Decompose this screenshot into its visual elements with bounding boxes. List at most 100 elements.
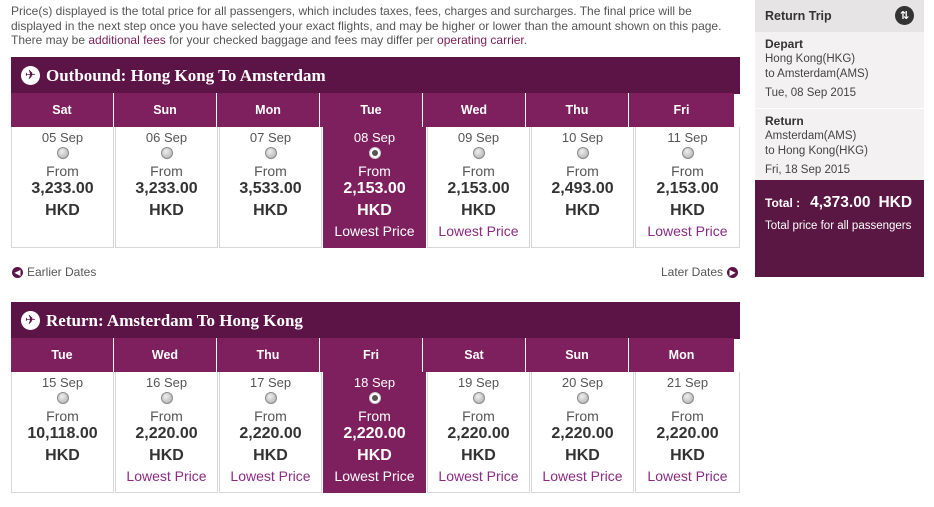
fare-cell[interactable]: 18 Sep From 2,220.00 HKD Lowest Price <box>323 372 426 493</box>
fare-cell[interactable]: 07 Sep From 3,533.00 HKD <box>219 127 322 248</box>
fare-from-label: From <box>462 408 495 424</box>
return-day-row: Tue Wed Thu Fri Sat Sun Mon <box>11 338 740 372</box>
fare-price: 2,220.00 <box>343 425 406 442</box>
notice-text-3: . <box>523 33 528 47</box>
day-header-fri: Fri <box>629 93 734 127</box>
total-amount: 4,373.00 <box>810 194 871 211</box>
lowest-price-label: Lowest Price <box>438 223 519 239</box>
fare-price: 10,118.00 <box>27 425 98 442</box>
fare-radio[interactable] <box>56 147 69 159</box>
fare-currency: HKD <box>461 447 496 464</box>
total-currency: HKD <box>878 194 913 211</box>
fare-cell[interactable]: 16 Sep From 2,220.00 HKD Lowest Price <box>115 372 218 493</box>
chevron-left-icon: ◀ <box>12 266 23 278</box>
depart-from: Hong Kong(HKG) <box>765 53 856 65</box>
fare-radio[interactable] <box>56 392 69 404</box>
fare-radio[interactable] <box>264 147 277 159</box>
fare-radio[interactable] <box>472 147 485 159</box>
fare-radio[interactable] <box>368 392 381 404</box>
fare-currency: HKD <box>149 202 184 219</box>
day-header-tue: Tue <box>320 93 423 127</box>
airplane-icon: ✈ <box>21 66 40 85</box>
fare-currency: HKD <box>45 202 80 219</box>
fare-from-label: From <box>671 408 704 424</box>
fare-cell[interactable]: 21 Sep From 2,220.00 HKD Lowest Price <box>635 372 740 493</box>
fare-radio[interactable] <box>681 147 694 159</box>
fare-radio[interactable] <box>681 392 694 404</box>
fare-price: 2,220.00 <box>239 425 302 442</box>
lowest-price-label: Lowest Price <box>334 468 415 484</box>
fare-price: 2,493.00 <box>551 180 614 197</box>
total-description: Total price for all passengers <box>765 220 912 232</box>
fare-currency: HKD <box>357 202 392 219</box>
fare-from-label: From <box>46 163 79 179</box>
fare-currency: HKD <box>565 202 600 219</box>
fare-cell[interactable]: 05 Sep From 3,233.00 HKD <box>11 127 114 248</box>
fare-price: 2,220.00 <box>135 425 198 442</box>
fare-cell[interactable]: 17 Sep From 2,220.00 HKD Lowest Price <box>219 372 322 493</box>
fare-date: 10 Sep <box>561 130 604 145</box>
return-label: Return <box>765 114 804 128</box>
swap-icon[interactable]: ⇅ <box>895 6 914 25</box>
day-header-wed: Wed <box>114 338 217 372</box>
day-header-thu: Thu <box>526 93 629 127</box>
fare-radio[interactable] <box>472 392 485 404</box>
earlier-dates-link[interactable]: ◀ Earlier Dates <box>12 265 96 279</box>
fare-cell[interactable]: 11 Sep From 2,153.00 HKD Lowest Price <box>635 127 740 248</box>
fare-cell[interactable]: 15 Sep From 10,118.00 HKD <box>11 372 114 493</box>
fare-cell[interactable]: 20 Sep From 2,220.00 HKD Lowest Price <box>531 372 634 493</box>
fare-radio[interactable] <box>264 392 277 404</box>
return-to: to Hong Kong(HKG) <box>765 145 868 157</box>
fare-from-label: From <box>358 163 391 179</box>
fare-price: 2,220.00 <box>656 425 719 442</box>
fare-cell[interactable]: 10 Sep From 2,493.00 HKD <box>531 127 634 248</box>
fare-radio[interactable] <box>160 147 173 159</box>
fare-from-label: From <box>150 163 183 179</box>
additional-fees-link[interactable]: additional fees <box>88 33 165 47</box>
fare-date: 21 Sep <box>666 375 709 390</box>
fare-radio[interactable] <box>368 147 381 159</box>
later-dates-label: Later Dates <box>661 265 724 279</box>
fare-cell[interactable]: 06 Sep From 3,233.00 HKD <box>115 127 218 248</box>
fare-currency: HKD <box>357 447 392 464</box>
fare-from-label: From <box>254 163 287 179</box>
fare-currency: HKD <box>253 447 288 464</box>
day-header-sun: Sun <box>526 338 629 372</box>
fare-radio[interactable] <box>576 147 589 159</box>
day-header-thu: Thu <box>217 338 320 372</box>
total-label: Total : <box>765 196 801 210</box>
price-notice: Price(s) displayed is the total price fo… <box>11 4 741 48</box>
fare-radio[interactable] <box>160 392 173 404</box>
fare-from-label: From <box>358 408 391 424</box>
fare-from-label: From <box>566 163 599 179</box>
fare-radio[interactable] <box>576 392 589 404</box>
fare-from-label: From <box>671 163 704 179</box>
return-date: Fri, 18 Sep 2015 <box>765 164 851 176</box>
outbound-title: Outbound: Hong Kong To Amsterdam <box>46 65 326 85</box>
fare-date: 07 Sep <box>249 130 292 145</box>
outbound-day-row: Sat Sun Mon Tue Wed Thu Fri <box>11 93 740 127</box>
fare-from-label: From <box>462 163 495 179</box>
lowest-price-label: Lowest Price <box>542 468 623 484</box>
trip-summary: Return Trip ⇅ Depart Hong Kong(HKG) to A… <box>755 0 924 277</box>
day-header-sat: Sat <box>423 338 526 372</box>
fare-date: 08 Sep <box>353 130 396 145</box>
depart-label: Depart <box>765 37 804 51</box>
fare-currency: HKD <box>461 202 496 219</box>
fare-cell[interactable]: 09 Sep From 2,153.00 HKD Lowest Price <box>427 127 530 248</box>
operating-carrier-link[interactable]: operating carrier <box>437 33 524 47</box>
fare-currency: HKD <box>670 202 705 219</box>
return-header: ✈ Return: Amsterdam To Hong Kong <box>11 302 740 339</box>
lowest-price-label: Lowest Price <box>647 223 728 239</box>
summary-header: Return Trip ⇅ <box>755 0 924 32</box>
fare-currency: HKD <box>149 447 184 464</box>
fare-date: 20 Sep <box>561 375 604 390</box>
fare-price: 2,153.00 <box>343 180 406 197</box>
fare-price: 2,220.00 <box>447 425 510 442</box>
day-header-mon: Mon <box>217 93 320 127</box>
fare-price: 2,220.00 <box>551 425 614 442</box>
fare-cell[interactable]: 19 Sep From 2,220.00 HKD Lowest Price <box>427 372 530 493</box>
fare-cell[interactable]: 08 Sep From 2,153.00 HKD Lowest Price <box>323 127 426 248</box>
return-title: Return: Amsterdam To Hong Kong <box>46 310 303 330</box>
later-dates-link[interactable]: Later Dates ▶ <box>661 265 739 279</box>
